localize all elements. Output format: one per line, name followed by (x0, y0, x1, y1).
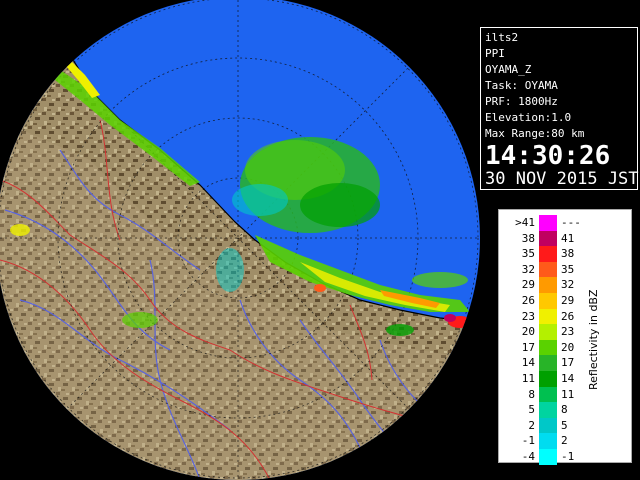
legend-low-value: >41 (515, 216, 535, 229)
radar-info-box: ilts2 PPI OYAMA_Z Task: OYAMA PRF: 1800H… (480, 27, 639, 190)
legend-row: 58 (499, 402, 599, 418)
legend-row: 32 35 (499, 261, 599, 278)
legend-low-value: 29 (521, 278, 535, 292)
legend-low-value: 5 (528, 403, 535, 417)
legend-row: 17 20 (499, 339, 599, 356)
legend-row: 29 32 (499, 277, 599, 293)
legend-high-value: 41 (561, 231, 575, 245)
radar-map[interactable] (0, 0, 480, 480)
max-range-label: Max Range:80 km (485, 127, 585, 140)
legend-high-value: 8 (561, 403, 568, 417)
reflectivity-legend: >41 --- 38 41 35 38 32 35 29 32 26 29 23 26 20 23 17 20 14… (498, 209, 632, 465)
legend-high-value: 5 (561, 418, 568, 432)
legend-low-value: -4 (521, 450, 535, 463)
scan-time: 14:30:26 (485, 141, 611, 171)
legend-low-value: 17 (521, 340, 535, 354)
legend-high-value: -1 (561, 450, 575, 463)
legend-color-swatch (539, 417, 557, 434)
legend-low-value: 2 (528, 418, 535, 432)
legend-low-value: 23 (521, 309, 535, 323)
legend-row: 25 (499, 417, 599, 434)
legend-unit-label: Reflectivity in dBZ (587, 289, 600, 390)
legend-color-swatch (539, 371, 557, 387)
legend-color-swatch (539, 355, 557, 371)
legend-color-swatch (539, 324, 557, 340)
legend-row: 38 41 (499, 230, 599, 247)
legend-color-swatch (539, 433, 557, 449)
legend-color-swatch (539, 339, 557, 356)
legend-color-swatch (539, 293, 557, 309)
legend-color-swatch (539, 386, 557, 403)
legend-low-value: 14 (521, 356, 535, 370)
legend-high-value: 2 (561, 434, 568, 448)
legend-color-swatch (539, 230, 557, 247)
info-panel: ilts2 PPI OYAMA_Z Task: OYAMA PRF: 1800H… (480, 0, 640, 480)
task-label: Task: OYAMA (485, 79, 558, 92)
legend-color-swatch (539, 402, 557, 418)
legend-color-swatch (539, 261, 557, 278)
legend-low-value: 11 (521, 372, 535, 385)
legend-low-value: 26 (521, 294, 535, 307)
legend-row: >41 --- (499, 215, 599, 231)
legend-low-value: -1 (521, 434, 535, 448)
legend-row: 35 38 (499, 246, 599, 262)
legend-row: 14 17 (499, 355, 599, 371)
legend-row: 8 11 (499, 386, 599, 403)
legend-row: 20 23 (499, 324, 599, 340)
scan-date: 30 NOV 2015 JST (485, 169, 639, 189)
elevation-label: Elevation:1.0 (485, 111, 572, 124)
legend-row: 11 14 (499, 371, 599, 387)
legend-row: -4 -1 (499, 449, 599, 465)
legend-high-value: --- (561, 216, 581, 229)
legend-color-swatch (539, 449, 557, 465)
legend-row: -1 2 (499, 433, 599, 449)
legend-low-value: 35 (521, 247, 535, 261)
legend-low-value: 20 (521, 325, 535, 339)
legend-low-value: 38 (521, 231, 535, 245)
legend-color-swatch (539, 246, 557, 262)
legend-color-swatch (539, 277, 557, 293)
legend-low-value: 32 (521, 262, 535, 276)
legend-row: 23 26 (499, 308, 599, 325)
legend-color-swatch (539, 215, 557, 231)
product-name: OYAMA_Z (485, 63, 532, 76)
scan-type: PPI (485, 47, 505, 60)
prf-label: PRF: 1800Hz (485, 95, 558, 108)
system-name: ilts2 (485, 31, 519, 44)
legend-row: 26 29 (499, 293, 599, 309)
legend-low-value: 8 (528, 387, 535, 401)
legend-color-swatch (539, 308, 557, 325)
radar-ppi-display (0, 0, 480, 480)
